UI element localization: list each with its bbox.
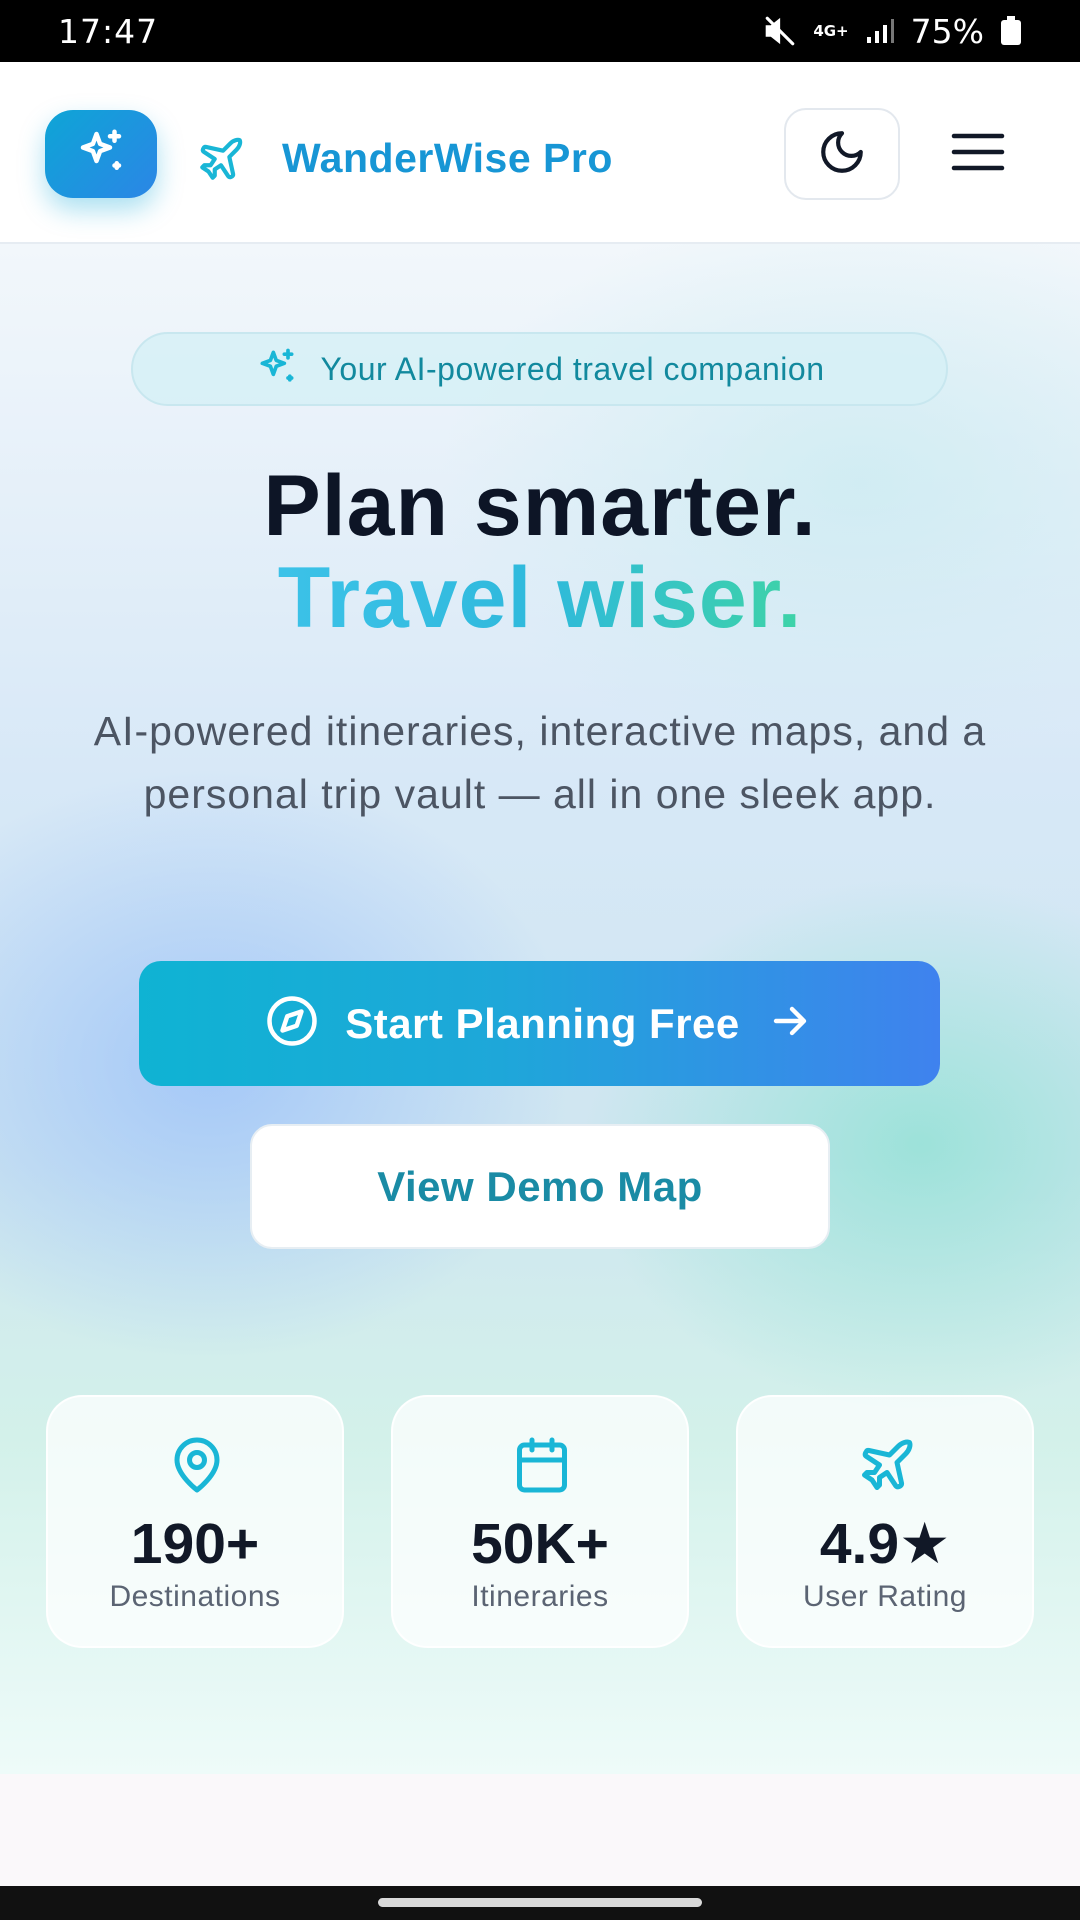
headline-gradient-text: Travel wiser. [277, 550, 803, 646]
moon-icon [817, 127, 867, 182]
hero-description: AI-powered itineraries, interactive maps… [93, 708, 987, 817]
network-type: 4G+ [813, 22, 849, 40]
sparkles-icon [255, 345, 299, 394]
status-time: 17:47 [58, 11, 159, 51]
signal-icon [865, 17, 895, 45]
page-lower-area [0, 1774, 1080, 1886]
stat-value: 50K+ [471, 1512, 609, 1576]
tagline-badge: Your AI-powered travel companion [131, 332, 948, 406]
headline-secondary: Travel wiser. [0, 548, 1080, 648]
battery-percent: 75% [910, 11, 984, 51]
calendar-icon [512, 1435, 572, 1495]
start-planning-button[interactable]: Start Planning Free [139, 961, 940, 1086]
app-header: WanderWise Pro [0, 62, 1080, 244]
stat-label: User Rating [803, 1580, 967, 1613]
stat-value: 190+ [130, 1512, 260, 1576]
compass-icon [265, 994, 319, 1053]
arrow-right-icon [766, 997, 814, 1050]
theme-toggle-button[interactable] [784, 108, 900, 200]
stat-card-itineraries: 50K+ Itineraries [391, 1395, 689, 1648]
stat-value: 4.9★ [819, 1512, 951, 1576]
start-planning-label: Start Planning Free [345, 999, 740, 1047]
map-pin-icon [167, 1435, 227, 1495]
menu-button[interactable] [944, 120, 1012, 188]
tagline-text: Your AI-powered travel companion [320, 350, 825, 387]
stat-card-user-rating: 4.9★ User Rating [736, 1395, 1034, 1648]
stat-label: Destinations [109, 1580, 281, 1613]
stat-card-destinations: 190+ Destinations [46, 1395, 344, 1648]
status-indicators: 4G+ 75% [763, 12, 1022, 51]
ai-sparkles-button[interactable] [45, 110, 157, 198]
home-indicator[interactable] [378, 1898, 702, 1907]
battery-icon [1000, 16, 1022, 46]
mute-icon [763, 14, 797, 48]
plane-icon [857, 1435, 917, 1495]
plane-icon [196, 134, 246, 184]
view-demo-map-button[interactable]: View Demo Map [250, 1124, 830, 1249]
view-demo-map-label: View Demo Map [377, 1162, 703, 1210]
stat-label: Itineraries [471, 1580, 609, 1613]
headline-primary: Plan smarter. [263, 458, 817, 554]
status-bar: 17:47 4G+ 75% [0, 0, 1080, 62]
sparkles-icon [74, 125, 128, 184]
hamburger-menu-icon [951, 132, 1005, 177]
brand-name[interactable]: WanderWise Pro [282, 128, 613, 188]
